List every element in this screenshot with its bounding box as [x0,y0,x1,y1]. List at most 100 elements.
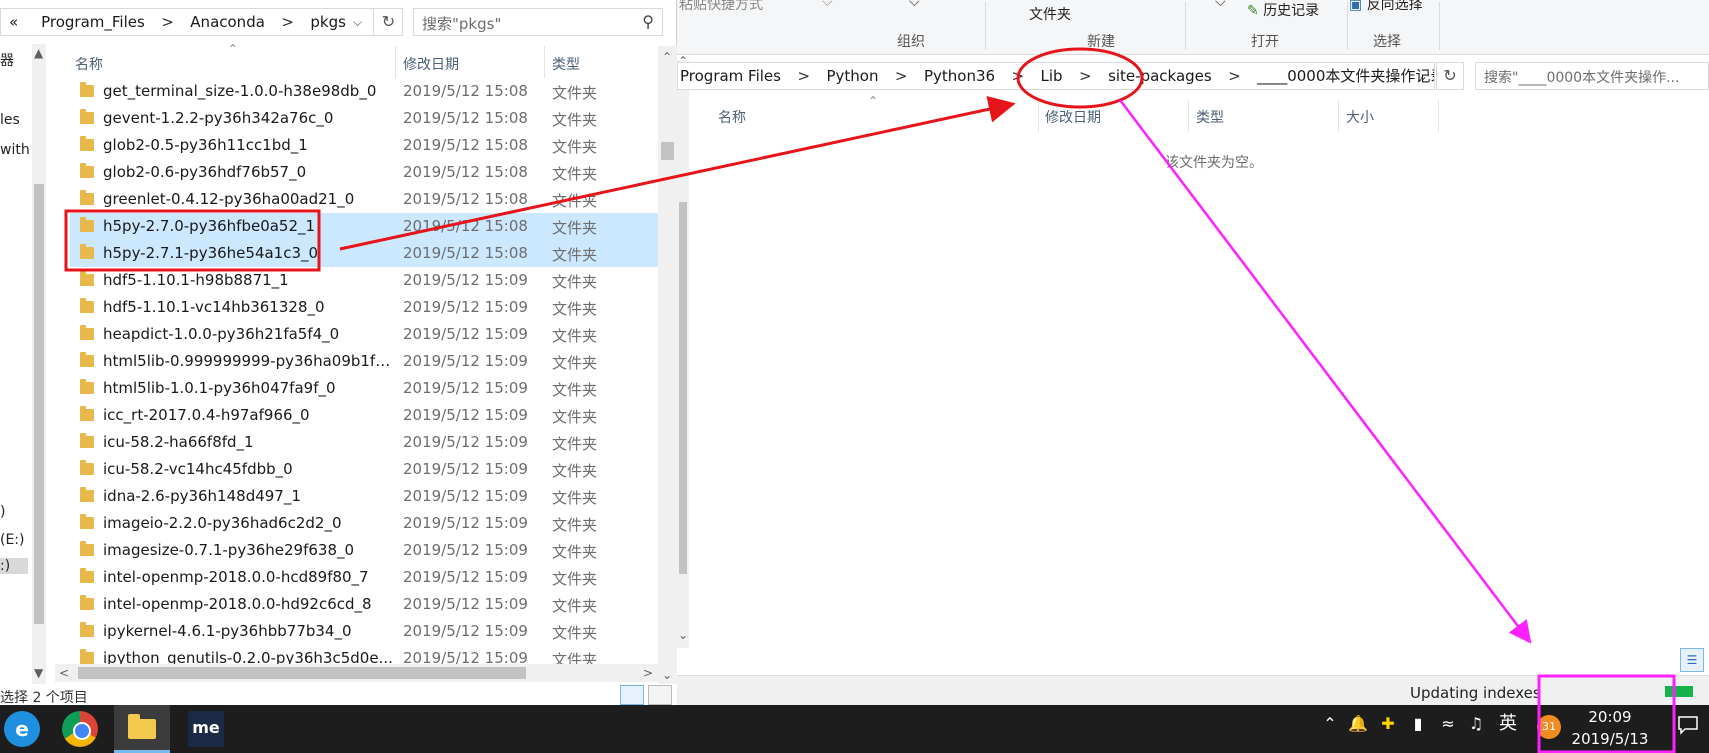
scroll-down-icon[interactable]: ▼ [34,666,43,680]
nav-item[interactable]: (E:) [0,532,25,548]
details-view-icon[interactable]: ☰ [1680,648,1704,672]
file-row[interactable]: icc_rt-2017.0.4-h97af966_0 2019/5/12 15:0… [70,402,658,429]
scroll-right-icon[interactable]: > [643,666,653,680]
scroll-up-icon[interactable]: ▲ [34,46,43,60]
internet-explorer-icon[interactable]: e [4,711,40,747]
breadcrumb-separator[interactable]: > [281,9,294,35]
file-row[interactable]: glob2-0.6-py36hdf76b57_0 2019/5/12 15:08 文… [70,159,658,186]
right-search-input[interactable]: 搜索"____0000本文件夹操作... [1475,62,1709,90]
wifi-icon[interactable]: ≈ [1436,712,1460,736]
nav-item[interactable]: with [0,142,30,158]
history-button[interactable]: ✎ 历史记录 [1247,0,1319,20]
file-row[interactable]: icu-58.2-ha66f8fd_1 2019/5/12 15:09 文件夹 [70,429,658,456]
clock-date[interactable]: 2019/5/13 [1562,730,1658,748]
column-divider[interactable] [1438,100,1439,132]
calendar-badge-icon[interactable]: 31 [1537,715,1561,739]
file-row[interactable]: h5py-2.7.1-py36he54a1c3_0 2019/5/12 15:08… [70,240,658,267]
show-hidden-icons-icon[interactable]: ⌃ [1318,712,1342,736]
nav-item[interactable]: les [0,112,20,128]
column-divider[interactable] [1338,100,1339,132]
nav-item[interactable]: 器 [0,50,18,70]
file-row[interactable]: h5py-2.7.0-py36hfbe0a52_1 2019/5/12 15:08… [70,213,658,240]
address-dropdown-icon[interactable]: ⌄ [1418,63,1428,89]
column-date[interactable]: 修改日期 [403,54,459,74]
notification-bell-icon[interactable]: 🔔 [1346,712,1370,736]
breadcrumb-separator[interactable]: > [161,9,174,35]
nav-scroll-thumb[interactable] [34,184,44,624]
large-icons-view-icon[interactable] [648,685,672,705]
breadcrumb-separator[interactable]: > [1079,63,1092,89]
column-divider[interactable] [544,46,545,78]
breadcrumb-separator[interactable]: > [1012,63,1025,89]
column-divider[interactable] [1188,100,1189,132]
right-scroll-thumb[interactable] [679,202,687,574]
breadcrumb-lib[interactable]: Lib [1041,63,1063,89]
breadcrumb-program-files[interactable]: Program Files [680,63,781,89]
file-row[interactable]: html5lib-0.999999999-py36ha09b1f3... 2019… [70,348,658,375]
column-type[interactable]: 类型 [552,54,580,74]
left-search-input[interactable]: 搜索"pkgs" ⚲ [413,8,663,36]
clock-time[interactable]: 20:09 [1570,708,1650,726]
file-row[interactable]: gevent-1.2.2-py36h342a76c_0 2019/5/12 15:… [70,105,658,132]
breadcrumb-site-packages[interactable]: site-packages [1108,63,1212,89]
breadcrumb-pkgs[interactable]: pkgs [310,9,346,35]
nav-item-selected[interactable]: :) [0,558,28,574]
file-row[interactable]: intel-openmp-2018.0.0-hcd89f80_7 2019/5/1… [70,564,658,591]
scroll-left-icon[interactable]: < [59,666,69,680]
input-method-indicator[interactable]: 英 [1496,712,1520,736]
file-row[interactable]: imagesize-0.7.1-py36he29f638_0 2019/5/12 … [70,537,658,564]
battery-icon[interactable]: ▮ [1406,712,1430,736]
column-type[interactable]: 类型 [1196,107,1224,127]
breadcrumb-anaconda[interactable]: Anaconda [190,9,265,35]
column-name[interactable]: 名称 [718,107,746,127]
file-row[interactable]: ipykernel-4.6.1-py36hbb77b34_0 2019/5/12 … [70,618,658,645]
file-row[interactable]: icu-58.2-vc14hc45fdbb_0 2019/5/12 15:09 文件… [70,456,658,483]
file-row[interactable]: html5lib-1.0.1-py36h047fa9f_0 2019/5/12 1… [70,375,658,402]
scroll-down-icon[interactable]: ⌄ [678,628,688,642]
breadcrumb-separator[interactable]: > [797,63,810,89]
file-row[interactable]: idna-2.6-py36h148d497_1 2019/5/12 15:09 文件… [70,483,658,510]
column-divider[interactable] [1038,100,1039,132]
column-date[interactable]: 修改日期 [1045,107,1101,127]
column-divider[interactable] [395,46,396,78]
address-dropdown-icon[interactable]: ⌵ [353,9,362,35]
search-icon[interactable]: ⚲ [642,12,654,31]
right-address-bar[interactable]: Program Files > Python > Python36 > Lib … [677,62,1435,90]
breadcrumb-overflow[interactable]: « [9,9,18,35]
breadcrumb-python[interactable]: Python [826,63,878,89]
file-row[interactable]: hdf5-1.10.1-h98b8871_1 2019/5/12 15:09 文件夹 [70,267,658,294]
dropdown-icon[interactable]: ⌵ [909,0,920,10]
security-shield-icon[interactable]: ✚ [1376,712,1400,736]
breadcrumb-separator[interactable]: > [1228,63,1241,89]
file-row[interactable]: imageio-2.2.0-py36had6c2d2_0 2019/5/12 15… [70,510,658,537]
left-refresh-icon[interactable]: ↻ [373,9,403,35]
chrome-icon[interactable] [62,711,98,747]
nav-item[interactable]: ) [0,504,5,520]
column-name[interactable]: 名称 [75,54,103,74]
file-row[interactable]: hdf5-1.10.1-vc14hb361328_0 2019/5/12 15:0… [70,294,658,321]
file-row[interactable]: glob2-0.5-py36h11cc1bd_1 2019/5/12 15:08 文… [70,132,658,159]
action-center-icon[interactable] [1676,713,1700,737]
volume-icon[interactable]: ♫ [1464,712,1488,736]
breadcrumb-current-folder[interactable]: ____0000本文件夹操作记录 [1257,63,1434,89]
left-address-bar[interactable]: « Program_Files > Anaconda > pkgs ⌵ [0,8,403,36]
me-app-icon[interactable]: me [188,711,224,747]
column-size[interactable]: 大小 [1346,107,1374,127]
breadcrumb-separator[interactable]: > [895,63,908,89]
file-row[interactable]: get_terminal_size-1.0.0-h38e98db_0 2019/5… [70,78,658,105]
paste-shortcut-button[interactable]: 粘贴快捷方式 [679,0,763,14]
dropdown-icon[interactable]: ⌵ [1215,0,1226,10]
scroll-down-icon[interactable]: ⌄ [662,668,672,682]
details-view-icon[interactable] [620,685,644,705]
file-row[interactable]: greenlet-0.4.12-py36ha00ad21_0 2019/5/12 … [70,186,658,213]
new-folder-button[interactable]: 文件夹 [1029,4,1071,24]
file-explorer-taskbar-button[interactable] [114,705,170,753]
scroll-up-icon[interactable]: ⌃ [662,50,672,64]
left-list-scroll-thumb[interactable] [661,142,674,160]
dropdown-icon[interactable]: ⌵ [822,0,833,10]
left-horizontal-scroll-thumb[interactable] [78,667,526,679]
invert-selection-button[interactable]: ▣ 反向选择 [1349,0,1423,14]
nav-pane-scrollbar[interactable]: ▲ ▼ [32,44,46,684]
breadcrumb-python36[interactable]: Python36 [924,63,995,89]
file-row[interactable]: heapdict-1.0.0-py36h21fa5f4_0 2019/5/12 1… [70,321,658,348]
